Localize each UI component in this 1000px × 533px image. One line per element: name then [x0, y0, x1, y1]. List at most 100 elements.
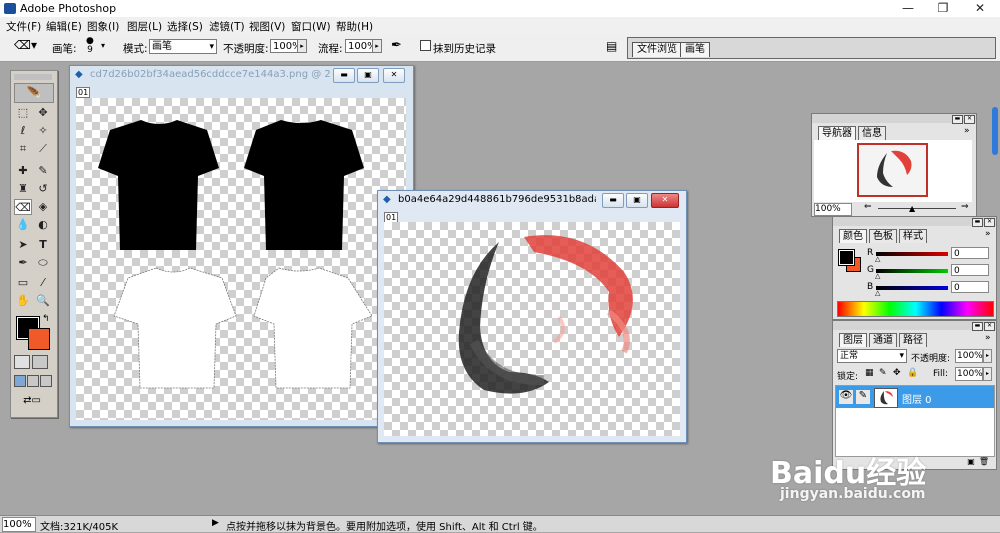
menu-image[interactable]: 图象(I)	[87, 19, 119, 34]
tab-file-browser[interactable]: 文件浏览	[632, 42, 682, 57]
document-canvas[interactable]	[384, 222, 680, 436]
history-brush-tool-icon[interactable]: ↺	[34, 181, 52, 197]
eyedropper-tool-icon[interactable]: ⁄	[34, 275, 52, 291]
lasso-tool-icon[interactable]: ℓ	[14, 123, 32, 139]
crop-tool-icon[interactable]: ⌗	[14, 141, 32, 157]
zoom-tool-icon[interactable]: 🔍	[34, 293, 52, 309]
eraser-tool-preset-icon[interactable]: ⌫▾	[14, 38, 37, 52]
eraser-tool-icon[interactable]: ⌫	[14, 199, 32, 215]
channel-r-input[interactable]: 0	[951, 247, 989, 259]
doc-close-button[interactable]: ✕	[383, 68, 405, 83]
palette-well-icon[interactable]: ▤	[606, 39, 617, 53]
paint-bucket-tool-icon[interactable]: ◈	[34, 199, 52, 215]
lock-all-icon[interactable]: 🔒	[907, 368, 918, 378]
layer-brush-icon[interactable]: ✎	[856, 390, 870, 404]
zoom-out-icon[interactable]: ⇐	[864, 202, 872, 212]
fill-input[interactable]: 100%	[955, 367, 983, 381]
navigator-zoom-input[interactable]: 100%	[814, 203, 852, 216]
palette-dock-scrollbar[interactable]	[992, 107, 998, 155]
channel-g-input[interactable]: 0	[951, 264, 989, 276]
tab-info[interactable]: 信息	[858, 126, 886, 140]
palette-menu-icon[interactable]: »	[985, 333, 991, 343]
tab-brushes[interactable]: 画笔	[680, 42, 710, 57]
menu-window[interactable]: 窗口(W)	[291, 19, 331, 34]
flow-input[interactable]: 100%	[345, 39, 377, 53]
doc-minimize-button[interactable]: ▬	[333, 68, 355, 83]
palette-close-icon[interactable]: ✕	[964, 115, 975, 124]
layer-opacity-input[interactable]: 100%	[955, 349, 983, 363]
doc-close-button[interactable]: ✕	[651, 193, 679, 208]
pen-tool-icon[interactable]: ✒	[14, 255, 32, 271]
restore-button[interactable]: ❐	[928, 0, 958, 17]
palette-minimize-icon[interactable]: ▬	[972, 322, 983, 331]
swap-colors-icon[interactable]: ↰	[42, 314, 50, 324]
doc-maximize-button[interactable]: ▣	[626, 193, 648, 208]
mode-select[interactable]: 画笔	[149, 39, 217, 54]
menu-layer[interactable]: 图层(L)	[127, 19, 162, 34]
brush-dropdown-icon[interactable]: ▾	[101, 41, 105, 50]
blur-tool-icon[interactable]: 💧	[14, 217, 32, 233]
zoom-slider[interactable]	[878, 208, 956, 209]
close-button[interactable]: ✕	[965, 0, 995, 17]
menu-edit[interactable]: 编辑(E)	[46, 19, 82, 34]
palette-menu-icon[interactable]: »	[985, 229, 991, 239]
tab-paths[interactable]: 路径	[899, 333, 927, 347]
clone-stamp-tool-icon[interactable]: ♜	[14, 181, 32, 197]
color-spectrum-bar[interactable]	[837, 301, 994, 317]
doc-maximize-button[interactable]: ▣	[357, 68, 379, 83]
zoom-slider-thumb[interactable]: ▲	[909, 204, 915, 213]
full-screen-menu-mode-icon[interactable]	[27, 375, 39, 387]
standard-mode-icon[interactable]	[14, 355, 30, 369]
shape-tool-icon[interactable]: ⬭	[34, 255, 52, 271]
marquee-tool-icon[interactable]: ⬚	[14, 105, 32, 121]
delete-layer-icon[interactable]: 🗑	[979, 457, 993, 466]
status-zoom-input[interactable]: 100%	[2, 517, 36, 532]
tab-navigator[interactable]: 导航器	[818, 126, 856, 140]
channel-b-input[interactable]: 0	[951, 281, 989, 293]
erase-history-checkbox[interactable]	[420, 40, 431, 51]
background-color-swatch[interactable]	[28, 328, 50, 350]
document-titlebar[interactable]: ◆ cd7d26b02bf34aead56cddcce7e144a3.png @…	[70, 66, 413, 84]
lock-position-icon[interactable]: ✥	[893, 368, 901, 378]
move-tool-icon[interactable]: ✥	[34, 105, 52, 121]
toolbox-grip[interactable]	[14, 74, 52, 80]
palette-minimize-icon[interactable]: ▬	[952, 115, 963, 124]
layer-row[interactable]: 👁 ✎ 图层 0	[836, 386, 994, 408]
jump-to-imageready-icon[interactable]: ⇄▭	[15, 395, 49, 409]
brush-tool-icon[interactable]: ✎	[34, 163, 52, 179]
dodge-tool-icon[interactable]: ◐	[34, 217, 52, 233]
lock-transparency-icon[interactable]: ▦	[865, 368, 874, 378]
brush-picker[interactable]: ● 9	[86, 37, 94, 55]
channel-r-slider[interactable]	[876, 252, 948, 256]
lock-image-icon[interactable]: ✎	[879, 368, 887, 378]
navigator-view-box[interactable]	[857, 143, 928, 197]
palette-minimize-icon[interactable]: ▬	[972, 218, 983, 227]
blend-mode-select[interactable]: 正常	[837, 349, 907, 363]
palette-close-icon[interactable]: ✕	[984, 218, 995, 227]
document-window-koi[interactable]: ◆ b0a4e64a29d448861b796de9531b8ada.p... …	[377, 190, 687, 443]
channel-g-thumb[interactable]: △	[875, 272, 880, 280]
menu-file[interactable]: 文件(F)	[6, 19, 41, 34]
standard-screen-mode-icon[interactable]	[14, 375, 26, 387]
new-layer-icon[interactable]: ▣	[967, 457, 979, 466]
quick-mask-mode-icon[interactable]	[32, 355, 48, 369]
notes-tool-icon[interactable]: ▭	[14, 275, 32, 291]
adobe-online-icon[interactable]: 🪶	[14, 83, 54, 103]
minimize-button[interactable]: —	[893, 0, 923, 17]
menu-view[interactable]: 视图(V)	[249, 19, 285, 34]
menu-help[interactable]: 帮助(H)	[336, 19, 373, 34]
tab-color[interactable]: 颜色	[839, 229, 867, 243]
channel-r-thumb[interactable]: △	[875, 255, 880, 263]
document-titlebar[interactable]: ◆ b0a4e64a29d448861b796de9531b8ada.p... …	[378, 191, 686, 209]
status-arrow-icon[interactable]: ▶	[212, 518, 219, 528]
palette-menu-icon[interactable]: »	[964, 126, 970, 136]
flow-slider-button[interactable]: ▸	[372, 39, 382, 53]
hand-tool-icon[interactable]: ✋	[14, 293, 32, 309]
layer-opacity-arrow[interactable]: ▸	[983, 349, 992, 363]
channel-g-slider[interactable]	[876, 269, 948, 273]
airbrush-icon[interactable]: ✒	[391, 38, 402, 53]
slice-tool-icon[interactable]: ⟋	[34, 141, 52, 157]
healing-brush-tool-icon[interactable]: ✚	[14, 163, 32, 179]
opacity-slider-button[interactable]: ▸	[297, 39, 307, 53]
color-fg-swatch[interactable]	[838, 249, 855, 266]
